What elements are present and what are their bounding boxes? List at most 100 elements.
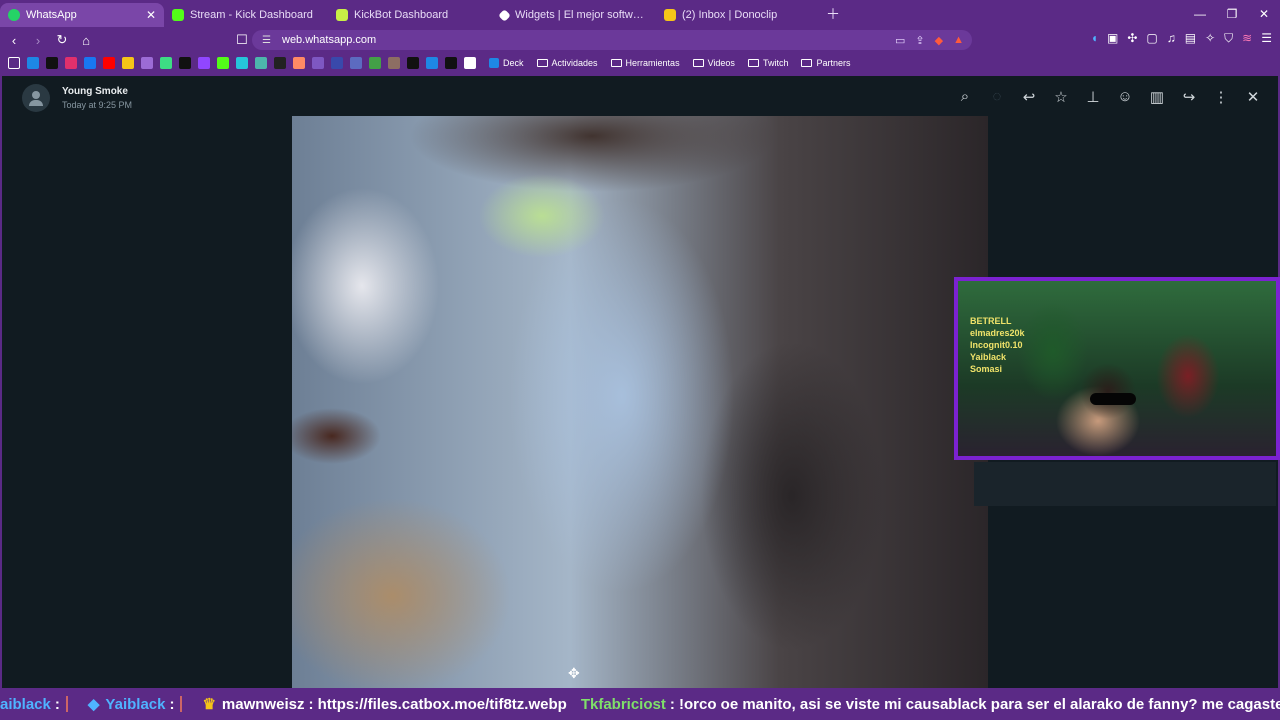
forward-icon[interactable]: ↪	[1180, 88, 1198, 106]
bookmark-folder-actividades[interactable]: Actividades	[536, 58, 598, 68]
profile-icon[interactable]: ≋	[1242, 31, 1252, 46]
bookmark-folder-partners[interactable]: Partners	[801, 58, 850, 68]
media-image[interactable]	[292, 116, 988, 688]
chat-username: Yaiblack	[105, 695, 166, 713]
delete-icon[interactable]: ▥	[1148, 88, 1166, 106]
puzzle-icon[interactable]: ✣	[1127, 31, 1137, 46]
share-icon[interactable]: ⇪	[915, 34, 924, 47]
overlay-line: Yaiblack	[970, 352, 1007, 362]
tab-kickbot-dashboard[interactable]: KickBot Dashboard	[328, 3, 492, 27]
reply-icon[interactable]: ↩	[1020, 88, 1038, 106]
url-text: web.whatsapp.com	[282, 34, 377, 46]
bookmark-icon[interactable]	[122, 57, 134, 69]
reload-icon[interactable]: ↻	[52, 32, 72, 48]
kick-icon[interactable]	[217, 57, 229, 69]
extension-icon[interactable]: ▢	[1146, 31, 1157, 46]
bookmark-deck[interactable]: Deck	[489, 58, 524, 68]
twitch-icon[interactable]	[198, 57, 210, 69]
chat-separator: :	[54, 695, 60, 713]
whatsapp-favicon-icon	[8, 9, 20, 21]
bookmark-icon[interactable]	[407, 57, 419, 69]
tab-donoclip[interactable]: (2) Inbox | Donoclip	[656, 3, 820, 27]
bookmark-icon[interactable]	[464, 57, 476, 69]
bookmark-folder-twitch[interactable]: Twitch	[747, 58, 788, 68]
pin-icon[interactable]: ⊥	[1084, 88, 1102, 106]
bookmark-icon[interactable]	[426, 57, 438, 69]
instagram-icon[interactable]	[65, 57, 77, 69]
close-icon[interactable]: ✕	[1244, 88, 1262, 106]
bookmarks-bar: Deck Actividades Herramientas Videos Twi…	[0, 52, 1280, 74]
tab-title: WhatsApp	[26, 9, 77, 21]
home-icon[interactable]: ⌂	[76, 33, 96, 48]
folder-icon	[747, 59, 759, 67]
more-options-icon[interactable]: ⋮	[1212, 88, 1230, 106]
tab-kick-dashboard[interactable]: Stream - Kick Dashboard	[164, 3, 328, 27]
bookmark-icon[interactable]	[274, 57, 286, 69]
emoji-icon[interactable]: ☺	[1116, 88, 1134, 106]
sender-timestamp: Today at 9:25 PM	[62, 100, 133, 110]
bookmark-folder-herramientas[interactable]: Herramientas	[610, 58, 680, 68]
site-info-icon[interactable]: ☰	[262, 35, 271, 46]
bookmark-icon[interactable]	[255, 57, 267, 69]
disabled-action-icon: ◌	[992, 88, 1002, 105]
close-window-icon[interactable]: ✕	[1248, 7, 1280, 21]
folder-icon	[801, 59, 813, 67]
tiktok-icon[interactable]	[46, 57, 58, 69]
navigation-bar: ‹ › ↻ ⌂ ☐ ☰ web.whatsapp.com ▭ ⇪ ◆ ▲ ◖ ▣…	[0, 28, 1280, 52]
bookmark-icon[interactable]	[388, 57, 400, 69]
bookmark-label: Herramientas	[625, 58, 680, 68]
back-icon[interactable]: ‹	[4, 33, 24, 48]
overlay-line: Somasi	[970, 364, 1003, 374]
forward-nav-icon[interactable]: ›	[28, 33, 48, 48]
bookmark-icon[interactable]	[350, 57, 362, 69]
leo-icon[interactable]: ✧	[1205, 31, 1215, 46]
close-tab-icon[interactable]: ✕	[146, 8, 156, 22]
facebook-icon[interactable]	[84, 57, 96, 69]
tab-widgets[interactable]: Widgets | El mejor software para pot	[492, 3, 656, 27]
apps-icon[interactable]	[8, 57, 20, 69]
sender-name: Young Smoke	[62, 86, 128, 97]
cast-icon[interactable]: ▭	[895, 34, 905, 47]
minimize-icon[interactable]: —	[1184, 7, 1216, 21]
tab-title: (2) Inbox | Donoclip	[682, 9, 778, 21]
bookmark-page-icon[interactable]: ☐	[232, 32, 252, 48]
bookmark-folder-videos[interactable]: Videos	[692, 58, 735, 68]
new-tab-button[interactable]: ＋	[826, 4, 840, 24]
sender-info[interactable]: Young Smoke Today at 9:25 PM	[22, 84, 132, 112]
bookmark-icon[interactable]	[27, 57, 39, 69]
bookmark-icon[interactable]	[236, 57, 248, 69]
extensions-area: ◖ ▣ ✣ ▢ ♫ ▤ ✧ ⛉ ≋ ☰	[1091, 31, 1272, 46]
avatar[interactable]	[22, 84, 50, 112]
music-icon[interactable]: ♫	[1167, 31, 1176, 46]
brave-rewards-icon[interactable]: ▲	[953, 34, 964, 47]
bookmark-icon[interactable]	[445, 57, 457, 69]
tab-whatsapp[interactable]: WhatsApp ✕	[0, 3, 164, 27]
address-bar[interactable]: ☰ web.whatsapp.com ▭ ⇪ ◆ ▲	[252, 30, 972, 50]
x-icon[interactable]	[179, 57, 191, 69]
brave-shield-icon[interactable]: ◆	[935, 34, 943, 47]
tab-title: Stream - Kick Dashboard	[190, 9, 313, 21]
folder-icon	[692, 59, 704, 67]
extension-icon[interactable]: ▣	[1107, 31, 1118, 46]
emote-icon	[65, 696, 68, 712]
vpn-icon[interactable]: ⛉	[1224, 31, 1233, 46]
restore-icon[interactable]: ❐	[1216, 7, 1248, 21]
bookmark-label: Videos	[707, 58, 735, 68]
bookmark-icon[interactable]	[160, 57, 172, 69]
zoom-icon[interactable]: ⌕	[956, 88, 974, 106]
star-icon[interactable]: ☆	[1052, 88, 1070, 106]
bookmark-icon[interactable]	[369, 57, 381, 69]
extension-icon[interactable]: ◖	[1091, 31, 1098, 46]
bookmark-icon[interactable]	[293, 57, 305, 69]
wallet-icon[interactable]: ▤	[1185, 31, 1196, 46]
youtube-icon[interactable]	[103, 57, 115, 69]
crown-badge-icon: ♛	[202, 696, 216, 713]
folder-icon	[536, 59, 548, 67]
bookmark-icon[interactable]	[331, 57, 343, 69]
overlay-line: Incognit0.10	[970, 340, 1023, 350]
bookmark-icon[interactable]	[141, 57, 153, 69]
bookmark-icon[interactable]	[312, 57, 324, 69]
chat-message: : https://files.catbox.moe/tif8tz.webp	[308, 695, 567, 713]
chat-ticker: aiblack : ◆ Yaiblack : ♛ mawnweisz : htt…	[0, 688, 1280, 720]
menu-icon[interactable]: ☰	[1261, 31, 1272, 46]
